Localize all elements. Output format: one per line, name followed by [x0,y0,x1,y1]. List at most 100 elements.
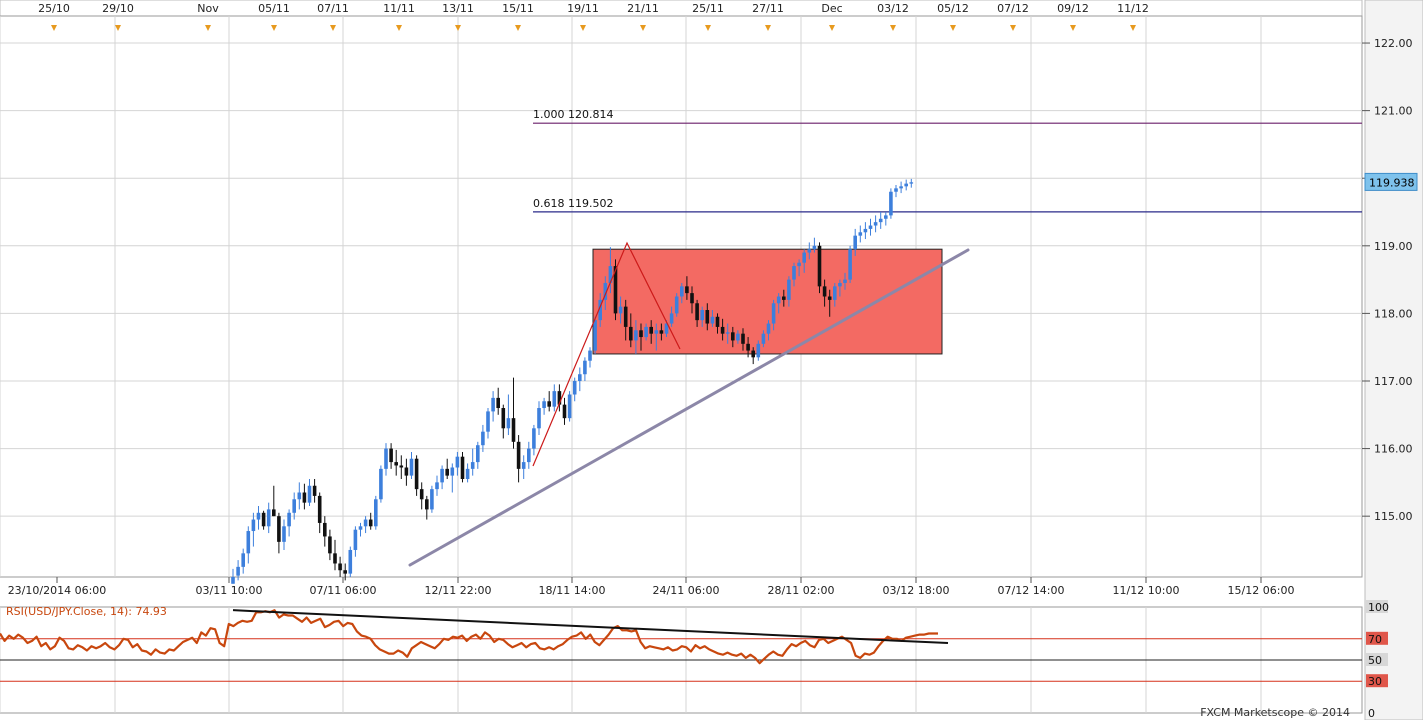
candle-body [720,326,725,334]
candle-body [644,326,648,338]
top-date-label: 07/12 [997,2,1029,15]
candle-body [312,485,317,496]
candle-body [858,232,863,236]
candle [889,188,893,219]
bottom-date-label: 11/12 10:00 [1113,584,1180,597]
candle-body [460,456,465,479]
top-date-label: 05/11 [258,2,290,15]
rsi-level-label: 100 [1368,601,1389,614]
candle-body [231,577,235,584]
candle-body [527,448,531,463]
candle-body [394,462,398,466]
top-date-label: 05/12 [937,2,969,15]
candle-body [873,222,878,226]
y-tick-label: 119.00 [1374,240,1413,253]
candle-body [894,188,898,192]
candle-body [363,519,368,527]
candle-body [572,380,577,395]
bottom-date-label: 15/12 06:00 [1228,584,1295,597]
candle-body [700,310,704,321]
bottom-date-label: 28/11 02:00 [768,584,835,597]
candle-body [878,218,883,223]
candle-body [292,499,296,513]
bottom-date-label: 07/12 14:00 [998,584,1065,597]
candle-body [476,445,480,463]
candle-body [868,225,873,229]
consolidation-rectangle [592,248,943,355]
candle-body [807,249,812,253]
candle-body [731,332,735,341]
candle-body [328,536,332,554]
candle-body [690,293,694,304]
rsi-level-label: 70 [1368,633,1382,646]
candle-body [481,431,485,446]
candle-body [307,485,312,503]
candle-body [297,492,302,500]
candle-body [353,529,358,550]
candle-body [532,428,536,449]
y-tick-label: 115.00 [1374,510,1413,523]
candle [430,485,434,513]
candle-body [674,296,679,314]
candle [567,391,572,422]
top-date-label: 11/12 [1117,2,1149,15]
bottom-date-label: 18/11 14:00 [539,584,606,597]
candle-body [904,183,908,187]
candle-body [853,235,857,250]
candle-body [776,296,781,304]
candle-body [389,448,393,463]
top-date-label: 09/12 [1057,2,1089,15]
candle-body [889,191,893,216]
candle-body [241,553,245,567]
candle-body [782,296,786,300]
candle-body [317,495,322,523]
candle-body [766,323,771,334]
candle-body [374,499,378,527]
top-date-label: Dec [821,2,842,15]
candle-body [236,566,240,576]
candle-body [659,330,664,334]
candle-body [521,462,526,469]
bottom-date-label: 23/10/2014 06:00 [8,584,107,597]
candle-body [618,306,623,314]
fib-level-label: 0.618 119.502 [533,197,613,210]
rsi-level-label: 50 [1368,654,1382,667]
candle-body [399,465,404,468]
candle-body [404,467,409,476]
candle-body [822,286,827,297]
candle-body [251,519,256,532]
top-date-label: 07/11 [317,2,349,15]
candle-body [496,397,500,409]
top-date-label: 27/11 [752,2,784,15]
watermark: FXCM Marketscope © 2014 [1200,706,1350,719]
top-date-label: 25/10 [38,2,70,15]
candle-body [511,418,516,442]
y-tick-label: 122.00 [1374,37,1413,50]
candle-body [746,343,750,351]
top-date-label: 29/10 [102,2,134,15]
candle-body [629,326,633,341]
candle-body [705,310,710,324]
candle-body [261,512,266,527]
top-date-label: 15/11 [502,2,534,15]
candle-body [256,512,261,520]
candle-body [384,448,388,469]
candle-body [695,303,699,321]
candle-body [542,401,546,409]
candle [348,546,353,577]
candle-body [409,458,414,476]
candle-body [634,330,638,341]
candle-body [445,468,449,476]
y-tick-label: 117.00 [1374,375,1413,388]
current-price-label: 119.938 [1369,176,1415,189]
candle-body [277,516,281,542]
candle-body [516,441,521,469]
candle-body [343,570,347,574]
candle-body [501,408,506,429]
candle-body [623,306,628,327]
candle-body [827,296,832,300]
top-date-label: Nov [197,2,219,15]
candle-body [761,333,766,344]
candle-body [680,286,684,297]
top-date-label: 11/11 [383,2,415,15]
